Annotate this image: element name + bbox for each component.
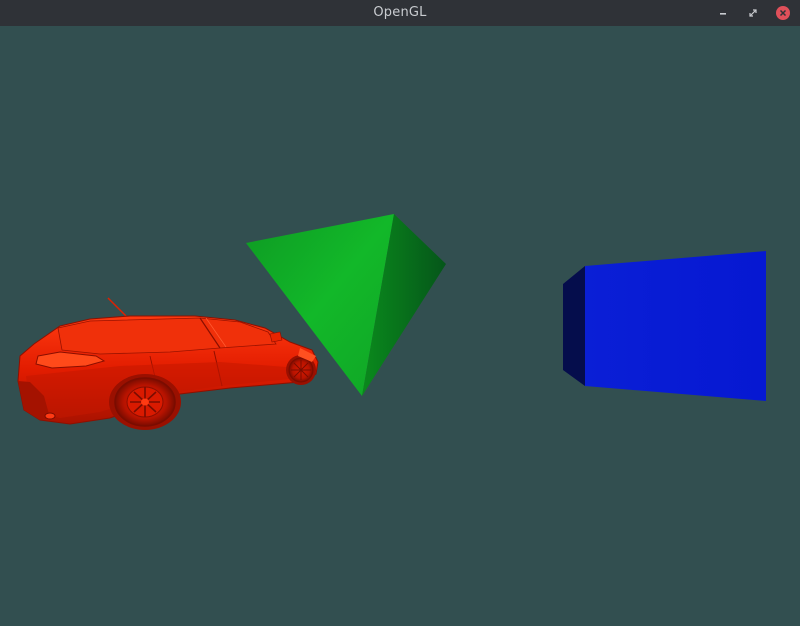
window-title: OpenGL — [373, 5, 427, 20]
car-model — [17, 297, 319, 430]
close-icon — [776, 6, 790, 20]
minimize-button[interactable] — [715, 5, 731, 21]
render-viewport[interactable] — [0, 26, 800, 626]
minimize-icon — [720, 13, 726, 15]
window-titlebar[interactable]: OpenGL — [0, 0, 800, 26]
cube-model — [563, 251, 766, 401]
scene-canvas — [17, 214, 766, 430]
opengl-window: OpenGL — [0, 0, 800, 626]
car-rear-wheel — [109, 374, 181, 430]
restore-button[interactable] — [745, 5, 761, 21]
restore-icon — [749, 9, 757, 17]
close-button[interactable] — [775, 5, 791, 21]
